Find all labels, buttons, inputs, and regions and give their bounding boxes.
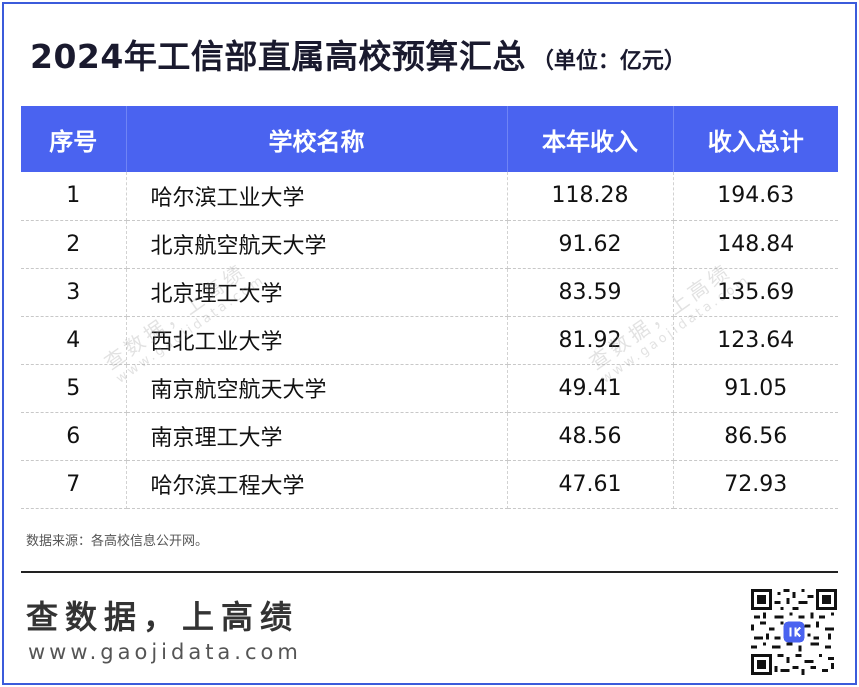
cell-index: 2 — [21, 220, 127, 269]
cell-index: 4 — [21, 316, 127, 365]
cell-index: 6 — [21, 412, 127, 461]
page-title: 2024年工信部直属高校预算汇总 （单位：亿元） — [30, 30, 686, 80]
cell-annual-income: 48.56 — [507, 412, 674, 461]
cell-index: 5 — [21, 364, 127, 413]
cell-total-income: 86.56 — [673, 412, 838, 461]
header-school-name: 学校名称 — [126, 106, 508, 172]
cell-school-name: 南京航空航天大学 — [126, 364, 508, 413]
cell-school-name: 北京航空航天大学 — [126, 220, 508, 269]
header-annual-income: 本年收入 — [507, 106, 674, 172]
table-row: 7 哈尔滨工程大学 47.61 72.93 — [21, 460, 838, 509]
title-unit: （单位：亿元） — [531, 49, 686, 74]
table-row: 5 南京航空航天大学 49.41 91.05 — [21, 364, 838, 413]
header-index: 序号 — [21, 106, 127, 172]
header-total-income: 收入总计 — [673, 106, 838, 172]
cell-school-name: 哈尔滨工程大学 — [126, 460, 508, 509]
qr-code-icon — [751, 589, 837, 675]
cell-index: 1 — [21, 172, 127, 221]
cell-index: 3 — [21, 268, 127, 317]
cell-total-income: 148.84 — [673, 220, 838, 269]
footer-site-url: www.gaojidata.com — [28, 640, 302, 664]
cell-school-name: 西北工业大学 — [126, 316, 508, 365]
cell-school-name: 南京理工大学 — [126, 412, 508, 461]
cell-school-name: 哈尔滨工业大学 — [126, 172, 508, 221]
cell-annual-income: 49.41 — [507, 364, 674, 413]
table-row: 4 西北工业大学 81.92 123.64 — [21, 316, 838, 365]
table-row: 6 南京理工大学 48.56 86.56 — [21, 412, 838, 461]
table-row: 3 北京理工大学 83.59 135.69 — [21, 268, 838, 317]
cell-total-income: 135.69 — [673, 268, 838, 317]
budget-table: 序号 学校名称 本年收入 收入总计 1 哈尔滨工业大学 118.28 194.6… — [21, 106, 838, 509]
cell-annual-income: 47.61 — [507, 460, 674, 509]
footer-divider — [21, 571, 838, 573]
title-main: 2024年工信部直属高校预算汇总 — [30, 37, 526, 76]
cell-annual-income: 83.59 — [507, 268, 674, 317]
cell-total-income: 123.64 — [673, 316, 838, 365]
table-row: 2 北京航空航天大学 91.62 148.84 — [21, 220, 838, 269]
cell-total-income: 72.93 — [673, 460, 838, 509]
cell-annual-income: 91.62 — [507, 220, 674, 269]
cell-total-income: 91.05 — [673, 364, 838, 413]
cell-annual-income: 81.92 — [507, 316, 674, 365]
table-header-row: 序号 学校名称 本年收入 收入总计 — [21, 106, 838, 172]
cell-index: 7 — [21, 460, 127, 509]
footer-brand: 查数据，上高绩 — [26, 598, 300, 636]
cell-total-income: 194.63 — [673, 172, 838, 221]
cell-school-name: 北京理工大学 — [126, 268, 508, 317]
data-source-note: 数据来源：各高校信息公开网。 — [26, 534, 209, 549]
table-row: 1 哈尔滨工业大学 118.28 194.63 — [21, 172, 838, 221]
cell-annual-income: 118.28 — [507, 172, 674, 221]
